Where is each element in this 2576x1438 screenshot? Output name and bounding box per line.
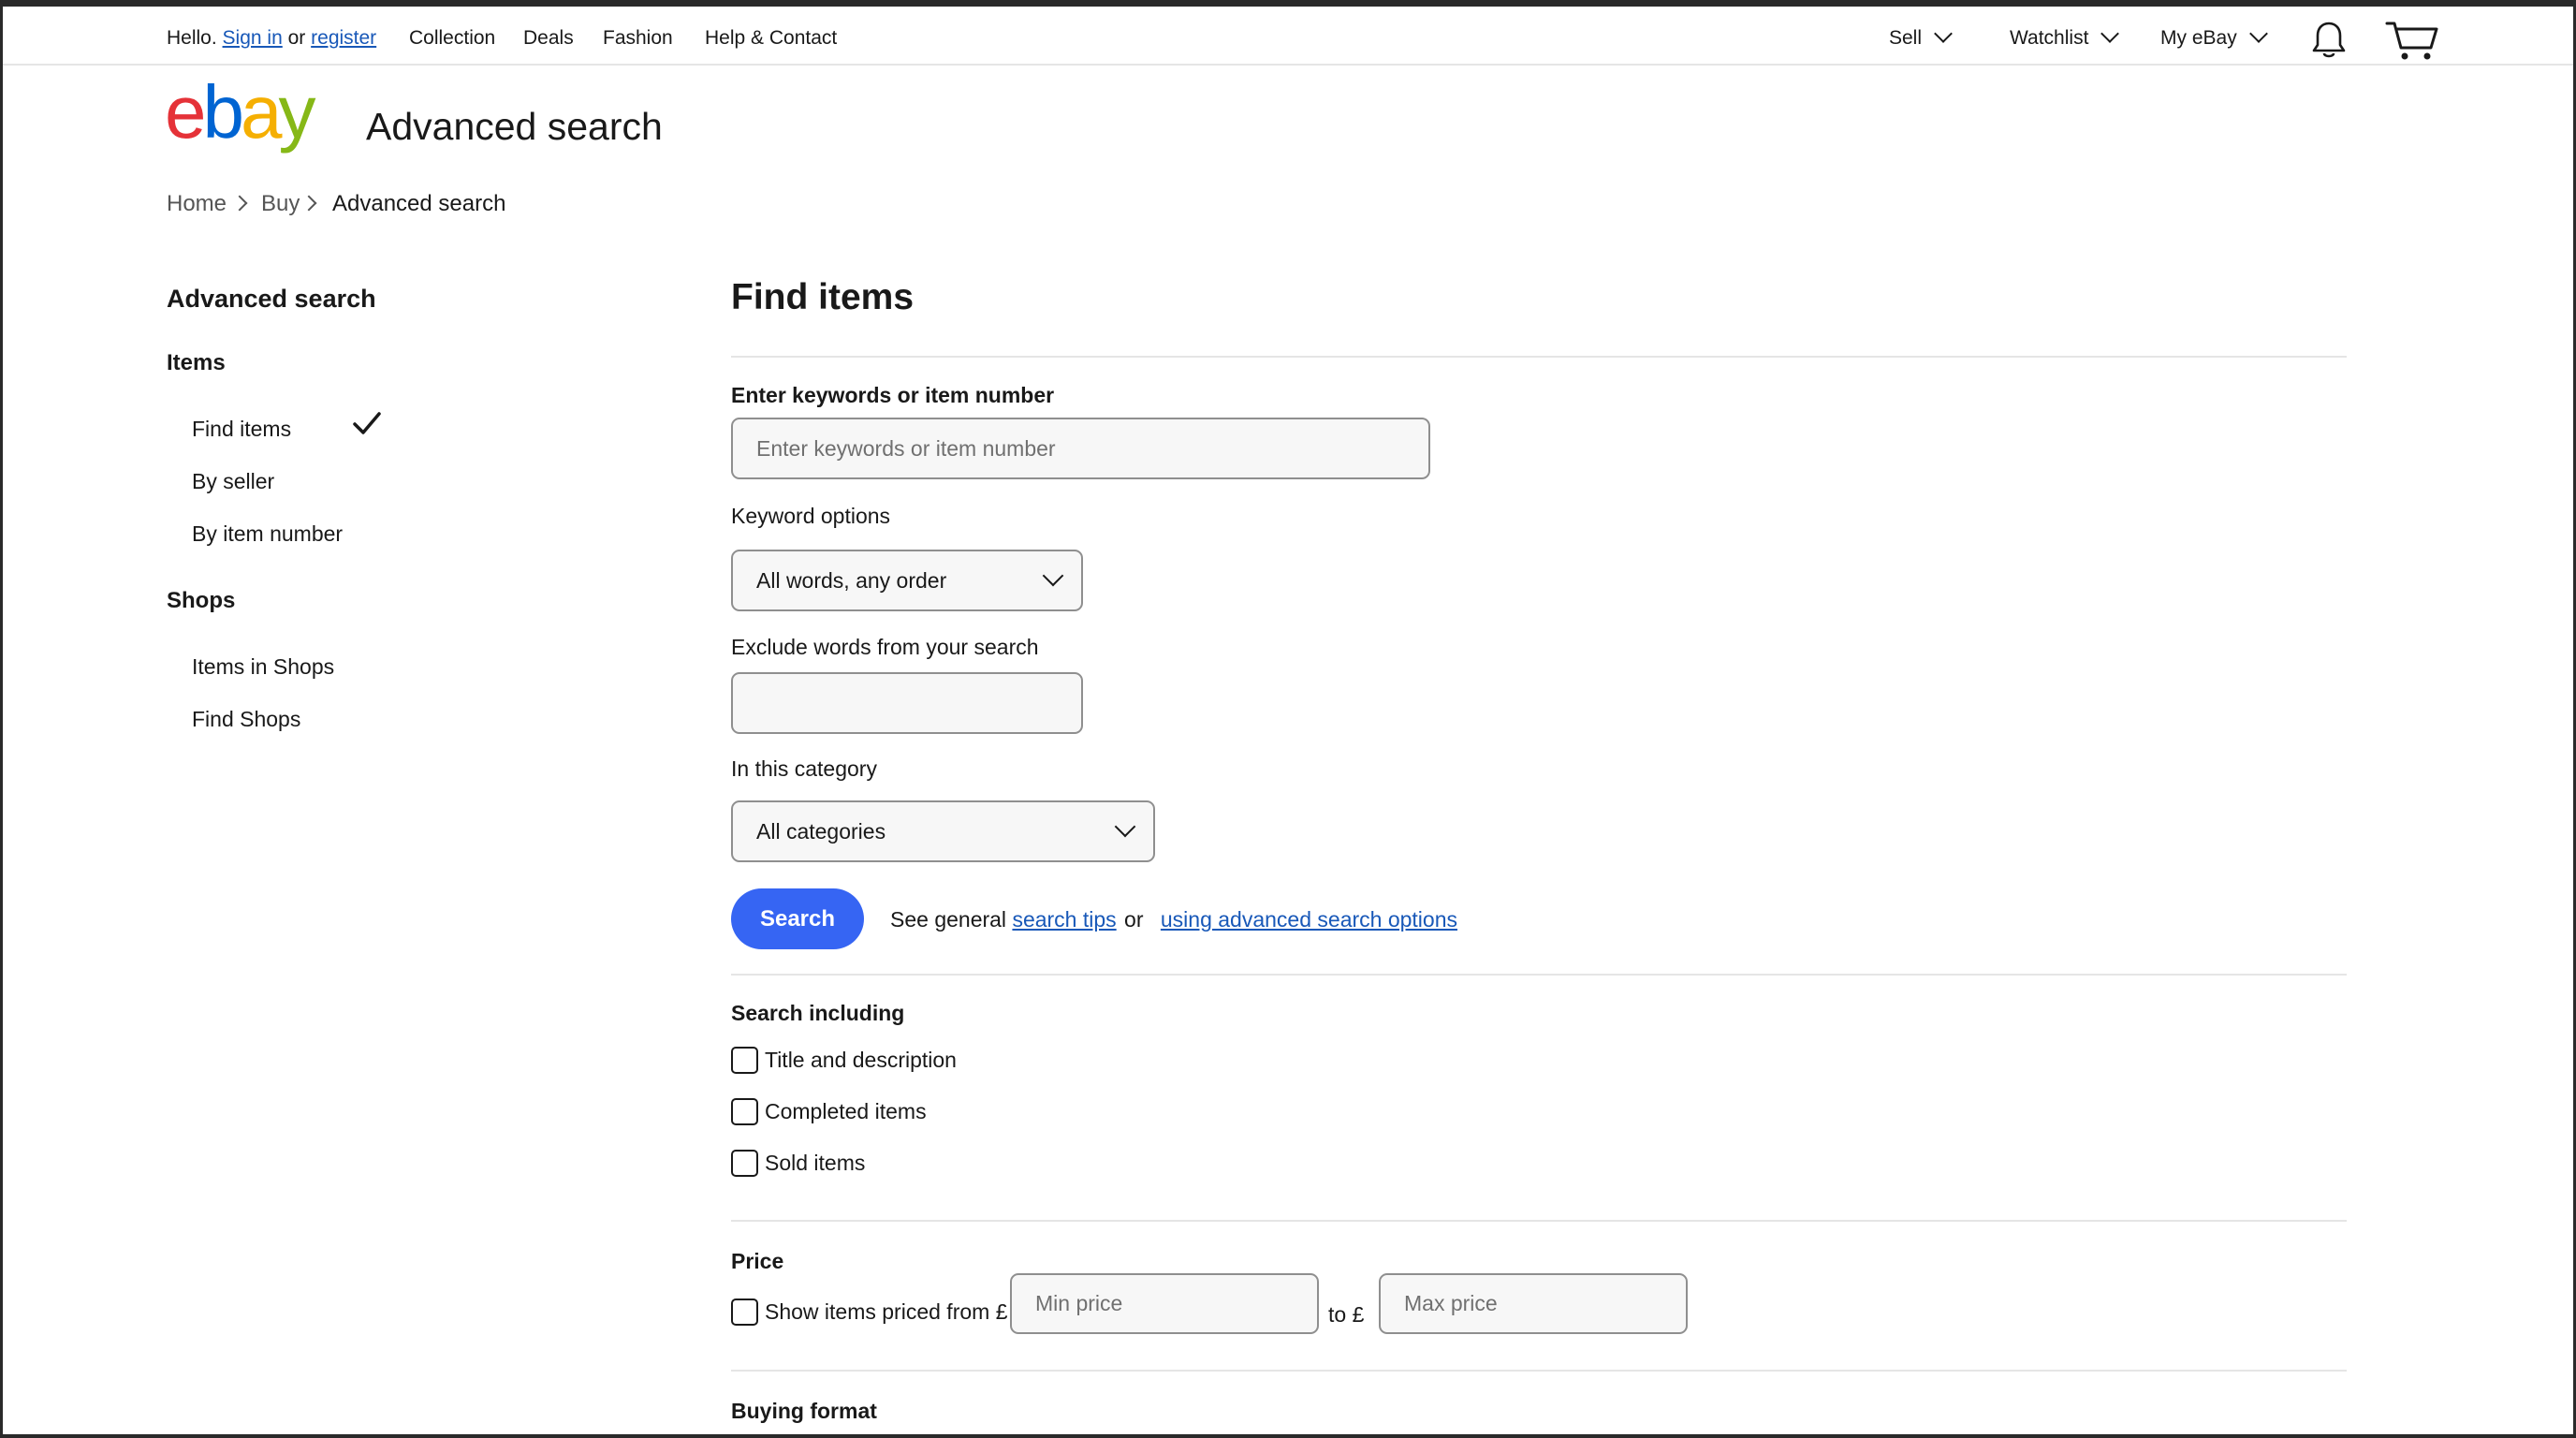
search-tips-link[interactable]: search tips: [1012, 907, 1116, 932]
ebay-logo[interactable]: ebay: [165, 75, 316, 150]
search-including-label: Search including: [731, 1001, 905, 1025]
divider: [731, 1220, 2347, 1222]
divider: [731, 356, 2347, 358]
sidebar-section-items: Items: [167, 350, 226, 375]
completed-items-checkbox[interactable]: [731, 1098, 758, 1125]
page-title: Advanced search: [366, 105, 663, 148]
keywords-input[interactable]: [731, 418, 1430, 479]
chevron-down-icon: [1114, 815, 1136, 838]
breadcrumb-home[interactable]: Home: [167, 191, 227, 217]
sell-menu[interactable]: Sell: [1889, 24, 1953, 50]
completed-items-label: Completed items: [765, 1099, 927, 1123]
price-range-label: Show items priced from £: [765, 1299, 1008, 1324]
search-tips-text: See general search tips or using advance…: [890, 907, 1457, 932]
max-price-input[interactable]: [1379, 1273, 1688, 1334]
logo-letter-y: y: [278, 70, 316, 154]
category-label: In this category: [731, 756, 877, 781]
title-description-option[interactable]: Title and description: [731, 1047, 957, 1074]
sold-items-label: Sold items: [765, 1151, 866, 1175]
or-text: or: [287, 27, 306, 49]
keyword-options-value: All words, any order: [756, 568, 947, 593]
checkmark-icon: [353, 412, 381, 434]
keyword-options-select[interactable]: All words, any order: [731, 550, 1083, 611]
section-title: Find items: [731, 277, 915, 317]
nav-link-deals[interactable]: Deals: [523, 27, 574, 50]
sidebar-item-find-items[interactable]: Find items: [192, 417, 291, 442]
keywords-label: Enter keywords or item number: [731, 383, 1055, 407]
cart-icon[interactable]: [2385, 20, 2439, 63]
sidebar-item-by-seller[interactable]: By seller: [192, 469, 274, 494]
logo-letter-a: a: [241, 70, 282, 154]
my-ebay-label: My eBay: [2160, 27, 2237, 49]
nav-link-help-contact[interactable]: Help & Contact: [705, 27, 837, 50]
min-price-input[interactable]: [1010, 1273, 1319, 1334]
price-to-label: to £: [1328, 1302, 1365, 1327]
chevron-down-icon: [2248, 24, 2268, 43]
logo-letter-b: b: [202, 70, 244, 154]
nav-link-collection[interactable]: Collection: [409, 27, 495, 50]
chevron-down-icon: [1042, 565, 1064, 587]
chevron-down-icon: [2100, 24, 2120, 43]
breadcrumb-buy[interactable]: Buy: [261, 191, 300, 217]
sidebar-heading: Advanced search: [167, 285, 376, 313]
keyword-options-label: Keyword options: [731, 504, 891, 528]
sold-items-option[interactable]: Sold items: [731, 1150, 865, 1177]
buying-format-label: Buying format: [731, 1399, 877, 1423]
sign-in-link[interactable]: Sign in: [223, 27, 283, 49]
sold-items-checkbox[interactable]: [731, 1150, 758, 1177]
breadcrumb-current: Advanced search: [332, 191, 506, 216]
price-range-option[interactable]: Show items priced from £: [731, 1299, 1007, 1326]
search-button[interactable]: Search: [731, 888, 864, 949]
completed-items-option[interactable]: Completed items: [731, 1098, 927, 1125]
exclude-words-label: Exclude words from your search: [731, 635, 1039, 659]
bell-icon[interactable]: [2310, 20, 2348, 61]
chevron-down-icon: [1934, 24, 1953, 43]
advanced-options-link[interactable]: using advanced search options: [1161, 907, 1457, 932]
category-value: All categories: [756, 819, 886, 844]
hello-text: Hello.: [167, 27, 217, 49]
watchlist-menu[interactable]: Watchlist: [2010, 24, 2120, 50]
price-range-checkbox[interactable]: [731, 1299, 758, 1326]
sidebar-section-shops: Shops: [167, 588, 236, 613]
title-description-label: Title and description: [765, 1048, 957, 1072]
nav-link-fashion[interactable]: Fashion: [603, 27, 673, 50]
my-ebay-menu[interactable]: My eBay: [2160, 24, 2268, 50]
top-nav: Hello. Sign in or register Collection De…: [0, 7, 2576, 66]
register-link[interactable]: register: [311, 27, 376, 49]
sell-label: Sell: [1889, 27, 1923, 49]
divider: [731, 974, 2347, 976]
watchlist-label: Watchlist: [2010, 27, 2089, 49]
greeting: Hello. Sign in or register: [167, 27, 376, 50]
divider: [731, 1370, 2347, 1372]
logo-letter-e: e: [165, 70, 206, 154]
exclude-words-input[interactable]: [731, 672, 1083, 734]
sidebar-item-find-shops[interactable]: Find Shops: [192, 707, 300, 732]
title-description-checkbox[interactable]: [731, 1047, 758, 1074]
sidebar-item-by-item-number[interactable]: By item number: [192, 521, 343, 547]
category-select[interactable]: All categories: [731, 800, 1155, 862]
price-label: Price: [731, 1249, 784, 1273]
tips-prefix: See general: [890, 907, 1007, 932]
sidebar-item-items-in-shops[interactable]: Items in Shops: [192, 654, 334, 680]
tips-or: or: [1124, 907, 1144, 932]
